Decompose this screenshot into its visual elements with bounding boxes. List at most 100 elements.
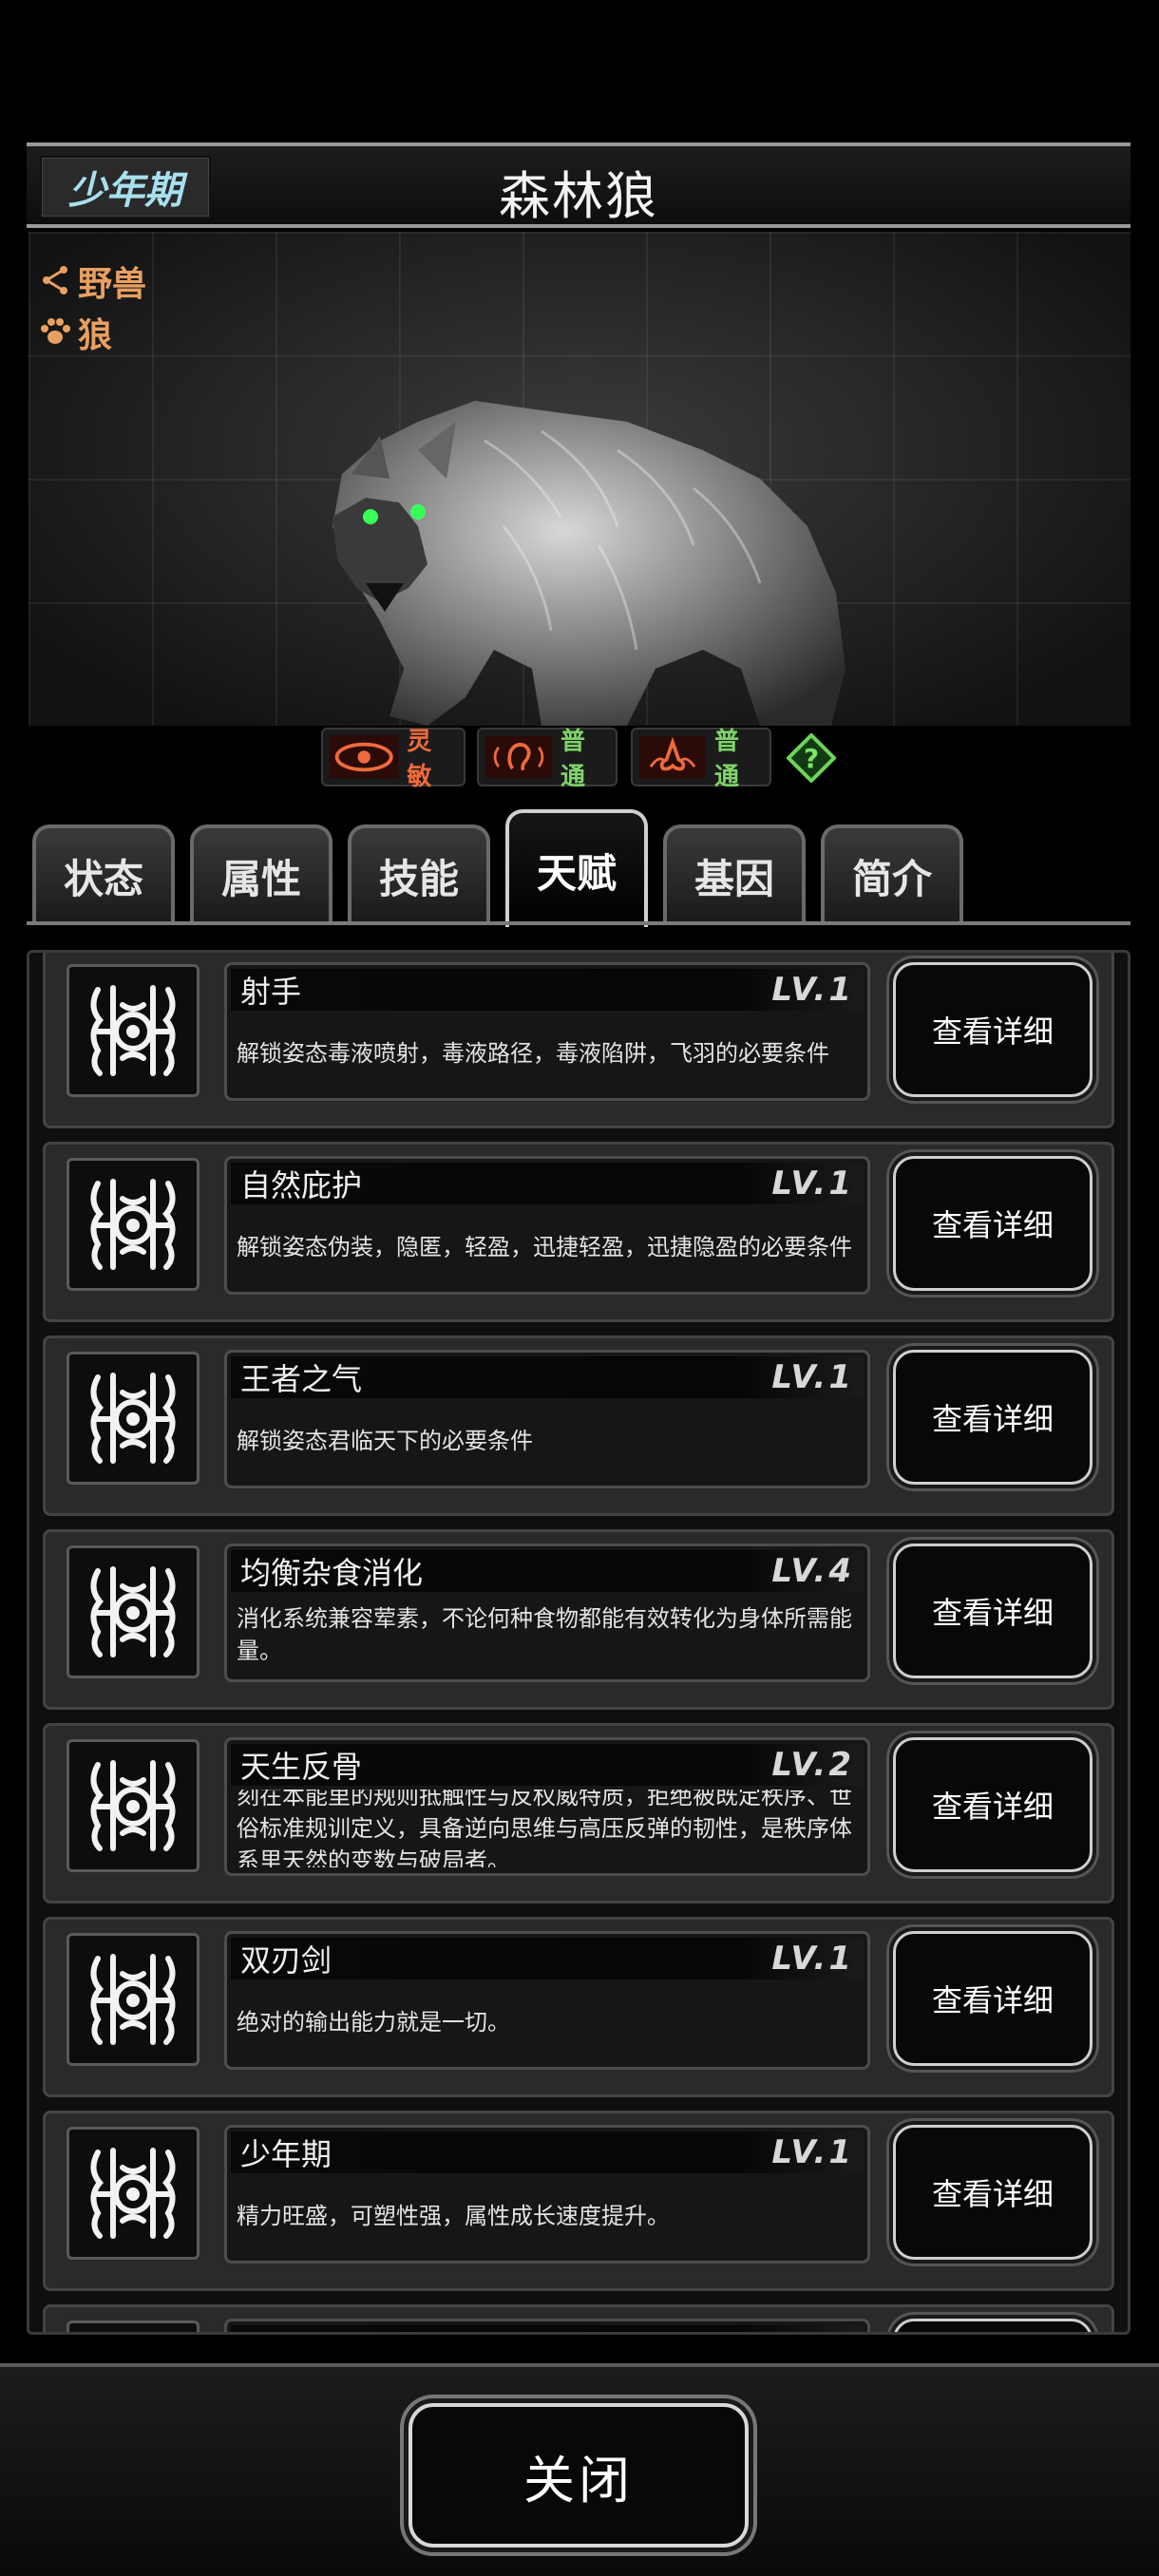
talent-info: 少年期 LV.1 精力旺盛，可塑性强，属性成长速度提升。 — [224, 2125, 870, 2263]
view-details-button[interactable]: 查看详细 — [893, 1931, 1092, 2066]
talent-rune-icon — [66, 964, 200, 1097]
footer-bar: 关闭 — [0, 2363, 1159, 2576]
view-details-button[interactable]: 查看详细 — [893, 1544, 1092, 1678]
talent-card: 少年期 LV.1 精力旺盛，可塑性强，属性成长速度提升。 查看详细 — [43, 2111, 1114, 2291]
talent-info: 自然庇护 LV.1 解锁姿态伪装，隐匿，轻盈，迅捷轻盈，迅捷隐盈的必要条件 — [224, 1156, 870, 1295]
talent-description-text: 解锁姿态伪装，隐匿，轻盈，迅捷轻盈，迅捷隐盈的必要条件 — [237, 1234, 852, 1260]
view-details-button[interactable]: 查看详细 — [893, 2125, 1092, 2260]
talent-rune-icon — [66, 1158, 200, 1291]
view-details-button[interactable]: 查看详细 — [893, 962, 1092, 1097]
tab-talents[interactable]: 天赋 — [505, 809, 648, 927]
talent-info: 射手 LV.1 解锁姿态毒液喷射，毒液路径，毒液陷阱，飞羽的必要条件 — [224, 962, 870, 1101]
talent-level: LV.1 — [771, 1940, 854, 1978]
talent-card: 均衡杂食消化 LV.4 消化系统兼容荤素，不论何种食物都能有效转化为身体所需能量。查… — [43, 1529, 1114, 1710]
tag-species: 狼 — [38, 308, 112, 357]
tab-intro[interactable]: 简介 — [821, 824, 963, 923]
talent-info: 王者之气 LV.1 解锁姿态君临天下的必要条件 — [224, 1350, 870, 1488]
talent-list[interactable]: 射手 LV.1 解锁姿态毒液喷射，毒液路径，毒液陷阱，飞羽的必要条件 查看详细 自然庇护… — [27, 950, 1130, 2335]
paw-icon — [38, 315, 72, 350]
talent-list-content: 射手 LV.1 解锁姿态毒液喷射，毒液路径，毒液陷阱，飞羽的必要条件 查看详细 自然庇护… — [29, 953, 1128, 2332]
talent-description-text: 绝对的输出能力就是一切。 — [237, 2009, 510, 2036]
talent-description-text: 解锁姿态君临天下的必要条件 — [237, 1428, 533, 1454]
talent-rune-icon — [66, 2127, 200, 2260]
tab-attributes[interactable]: 属性 — [190, 824, 332, 923]
talent-description-text: 解锁姿态毒液喷射，毒液路径，毒液陷阱，飞羽的必要条件 — [237, 1040, 829, 1067]
tag-category-label: 野兽 — [78, 265, 147, 304]
talent-card: 射手 LV.1 解锁姿态毒液喷射，毒液路径，毒液陷阱，飞羽的必要条件 查看详细 — [43, 953, 1114, 1128]
talent-name: 双刃剑 — [240, 1942, 332, 1979]
share-icon — [38, 264, 72, 298]
trait-nose-label: 普通 — [713, 728, 739, 791]
talent-description: 消化系统兼容荤素，不论何种食物都能有效转化为身体所需能量。 — [237, 1596, 856, 1674]
talent-name-bar: 均衡杂食消化 LV.4 — [231, 1550, 864, 1592]
ear-icon — [484, 735, 553, 779]
talent-description: 精力旺盛，可塑性强，属性成长速度提升。 — [237, 2177, 856, 2255]
talent-description: 绝对的输出能力就是一切。 — [237, 1983, 856, 2061]
talent-info: 均衡杂食消化 LV.4 消化系统兼容荤素，不论何种食物都能有效转化为身体所需能量。 — [224, 1544, 870, 1682]
view-details-button[interactable]: 查看详细 — [893, 1737, 1092, 1872]
talent-name: 自然庇护 — [240, 1167, 363, 1203]
talent-name-bar: 双刃剑 LV.1 — [231, 1938, 864, 1979]
tag-species-label: 狼 — [78, 316, 113, 355]
tab-status[interactable]: 状态 — [32, 824, 175, 923]
talent-name-bar: 战斗中1级指令，待机直播 LV.1 — [231, 2324, 864, 2332]
creature-name: 森林狼 — [499, 166, 658, 226]
talent-name: 均衡杂食消化 — [240, 1555, 424, 1591]
talent-level: LV.1 — [771, 2133, 854, 2171]
eye-icon — [329, 735, 399, 779]
tag-category: 野兽 — [38, 256, 146, 306]
talent-rune-icon — [66, 2320, 200, 2332]
talent-description-text: 精力旺盛，可塑性强，属性成长速度提升。 — [237, 2203, 670, 2229]
talent-level: LV.4 — [771, 1552, 854, 1590]
talent-info: 双刃剑 LV.1 绝对的输出能力就是一切。 — [224, 1931, 870, 2070]
talent-name-bar: 自然庇护 LV.1 — [231, 1163, 864, 1204]
talent-rune-icon — [66, 1739, 200, 1872]
tab-genes[interactable]: 基因 — [663, 824, 806, 923]
svg-text:?: ? — [804, 743, 819, 774]
talent-card: 双刃剑 LV.1 绝对的输出能力就是一切。 查看详细 — [43, 1917, 1114, 2097]
talent-name-bar: 天生反骨 LV.2 — [231, 1744, 864, 1786]
creature-portrait: 野兽 狼 — [28, 232, 1130, 726]
trait-eye[interactable]: 灵敏 — [321, 728, 466, 791]
talent-description: 解锁姿态毒液喷射，毒液路径，毒液陷阱，飞羽的必要条件 — [237, 1014, 856, 1092]
talent-card: 王者之气 LV.1 解锁姿态君临天下的必要条件 查看详细 — [43, 1335, 1114, 1516]
view-details-button[interactable]: 查看详细 — [893, 1350, 1092, 1485]
talent-name-bar: 射手 LV.1 — [231, 969, 864, 1011]
trait-nose[interactable]: 普通 — [631, 728, 771, 791]
talent-name-bar: 王者之气 LV.1 — [231, 1356, 864, 1398]
nose-icon — [638, 735, 707, 779]
talent-description: 解锁姿态君临天下的必要条件 — [237, 1402, 856, 1480]
trait-ear-label: 普通 — [560, 728, 585, 791]
talent-description: 解锁姿态伪装，隐匿，轻盈，迅捷轻盈，迅捷隐盈的必要条件 — [237, 1208, 856, 1286]
trait-eye-label: 灵敏 — [407, 728, 432, 791]
talent-rune-icon — [66, 1933, 200, 2066]
talent-level: LV.1 — [771, 1165, 854, 1203]
talent-level: LV.2 — [771, 1746, 854, 1784]
wolf-illustration — [332, 401, 846, 726]
talent-description: 刻在本能里的规则抵触性与反权威特质，拒绝被既定秩序、世俗标准规训定义，具备逆向思… — [237, 1790, 856, 1867]
talent-name: 王者之气 — [240, 1361, 363, 1397]
talent-name: 射手 — [240, 974, 302, 1010]
talent-description-text: 消化系统兼容荤素，不论何种食物都能有效转化为身体所需能量。 — [237, 1605, 852, 1664]
talent-card: 自然庇护 LV.1 解锁姿态伪装，隐匿，轻盈，迅捷轻盈，迅捷隐盈的必要条件 查看详细 — [43, 1142, 1114, 1322]
view-details-button[interactable]: 查看详细 — [893, 2319, 1092, 2332]
trait-ear[interactable]: 普通 — [477, 728, 618, 791]
talent-card: 战斗中1级指令，待机直播 LV.1 查看详细 — [43, 2304, 1114, 2332]
title-bar: 少年期 森林狼 — [27, 142, 1130, 228]
talent-name: 天生反骨 — [240, 1749, 363, 1785]
tab-skills[interactable]: 技能 — [348, 824, 490, 923]
tab-underline — [27, 921, 1130, 925]
talent-level: LV.1 — [771, 1358, 854, 1396]
talent-name: 少年期 — [240, 2136, 332, 2172]
talent-name-bar: 少年期 LV.1 — [231, 2131, 864, 2173]
help-icon[interactable]: ? — [787, 733, 836, 783]
close-button[interactable]: 关闭 — [408, 2403, 749, 2548]
talent-name: 战斗中1级指令，待机直播 — [240, 2324, 594, 2332]
talent-level: LV.1 — [771, 2327, 854, 2332]
talent-rune-icon — [66, 1545, 200, 1678]
talent-card: 天生反骨 LV.2 刻在本能里的规则抵触性与反权威特质，拒绝被既定秩序、世俗标准规训… — [43, 1723, 1114, 1904]
talent-info: 战斗中1级指令，待机直播 LV.1 — [224, 2319, 870, 2332]
talent-rune-icon — [66, 1352, 200, 1485]
view-details-button[interactable]: 查看详细 — [893, 1156, 1092, 1291]
talent-info: 天生反骨 LV.2 刻在本能里的规则抵触性与反权威特质，拒绝被既定秩序、世俗标准规训… — [224, 1737, 870, 1876]
